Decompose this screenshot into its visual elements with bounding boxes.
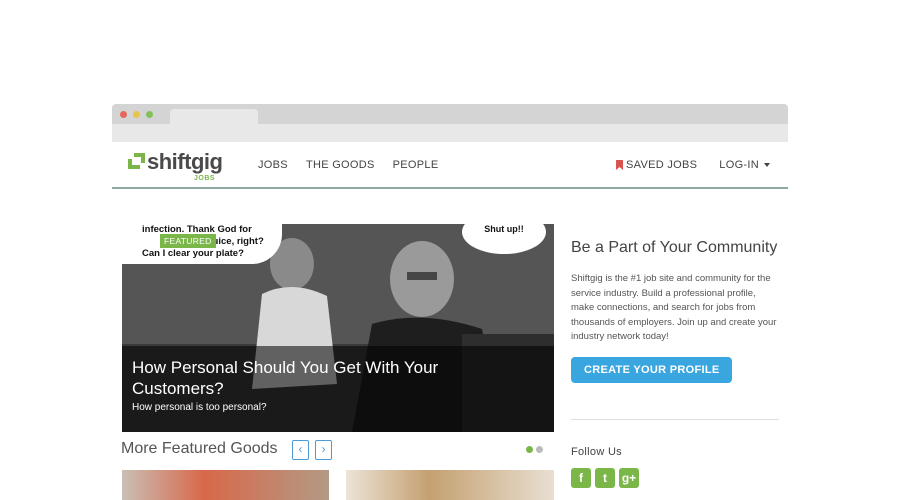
saved-jobs-link[interactable]: SAVED JOBS	[616, 159, 697, 171]
logo-subtitle: JOBS	[194, 175, 216, 182]
carousel-dot-active[interactable]	[526, 446, 533, 453]
account-nav: SAVED JOBS LOG-IN	[616, 159, 770, 171]
nav-item-people[interactable]: PEOPLE	[393, 159, 439, 171]
bookmark-icon	[616, 160, 624, 170]
browser-tab[interactable]	[170, 109, 258, 124]
login-dropdown[interactable]: LOG-IN	[719, 159, 770, 171]
google-plus-icon[interactable]: g+	[619, 468, 639, 488]
community-title: Be a Part of Your Community	[571, 239, 778, 256]
caret-down-icon	[764, 163, 770, 167]
carousel-dot[interactable]	[536, 446, 543, 453]
community-panel: Be a Part of Your Community Shiftgig is …	[571, 238, 779, 383]
main-nav: JOBS THE GOODS PEOPLE	[258, 159, 438, 171]
create-profile-button[interactable]: CREATE YOUR PROFILE	[571, 356, 733, 383]
browser-toolbar	[112, 124, 788, 142]
logo-wordmark: shiftgig	[147, 149, 223, 174]
close-window-icon[interactable]	[120, 111, 127, 118]
browser-window: shiftgig JOBS JOBS THE GOODS PEOPLE SAVE…	[112, 104, 788, 500]
browser-title-bar	[112, 104, 788, 124]
social-links: f t g+	[571, 468, 639, 488]
nav-item-jobs[interactable]: JOBS	[258, 159, 288, 171]
shiftgig-mark-icon	[128, 153, 145, 169]
nav-item-the-goods[interactable]: THE GOODS	[306, 159, 375, 171]
carousel-next-button[interactable]: ›	[315, 440, 332, 460]
featured-title[interactable]: How Personal Should You Get With Your Cu…	[132, 357, 452, 399]
twitter-icon[interactable]: t	[595, 468, 615, 488]
featured-subtitle: How personal is too personal?	[132, 402, 267, 413]
community-description: Shiftgig is the #1 job site and communit…	[571, 273, 777, 342]
site-header: shiftgig JOBS JOBS THE GOODS PEOPLE SAVE…	[112, 142, 788, 189]
login-label: LOG-IN	[719, 159, 759, 171]
shiftgig-logo[interactable]: shiftgig JOBS	[128, 149, 228, 183]
featured-card-thumbnail[interactable]	[122, 470, 329, 500]
featured-card-thumbnail[interactable]	[346, 470, 554, 500]
more-featured-heading: More Featured Goods	[121, 440, 278, 457]
speech-line: Can I clear your plate?	[142, 248, 244, 259]
facebook-icon[interactable]: f	[571, 468, 591, 488]
maximize-window-icon[interactable]	[146, 111, 153, 118]
minimize-window-icon[interactable]	[133, 111, 140, 118]
saved-jobs-label: SAVED JOBS	[626, 159, 698, 171]
follow-us-heading: Follow Us	[571, 446, 622, 458]
featured-badge: FEATURED	[160, 234, 216, 248]
carousel-prev-button[interactable]: ‹	[292, 440, 309, 460]
featured-article[interactable]: infection. Thank God for y juice, right?…	[122, 224, 554, 432]
sidebar-divider	[571, 419, 779, 420]
